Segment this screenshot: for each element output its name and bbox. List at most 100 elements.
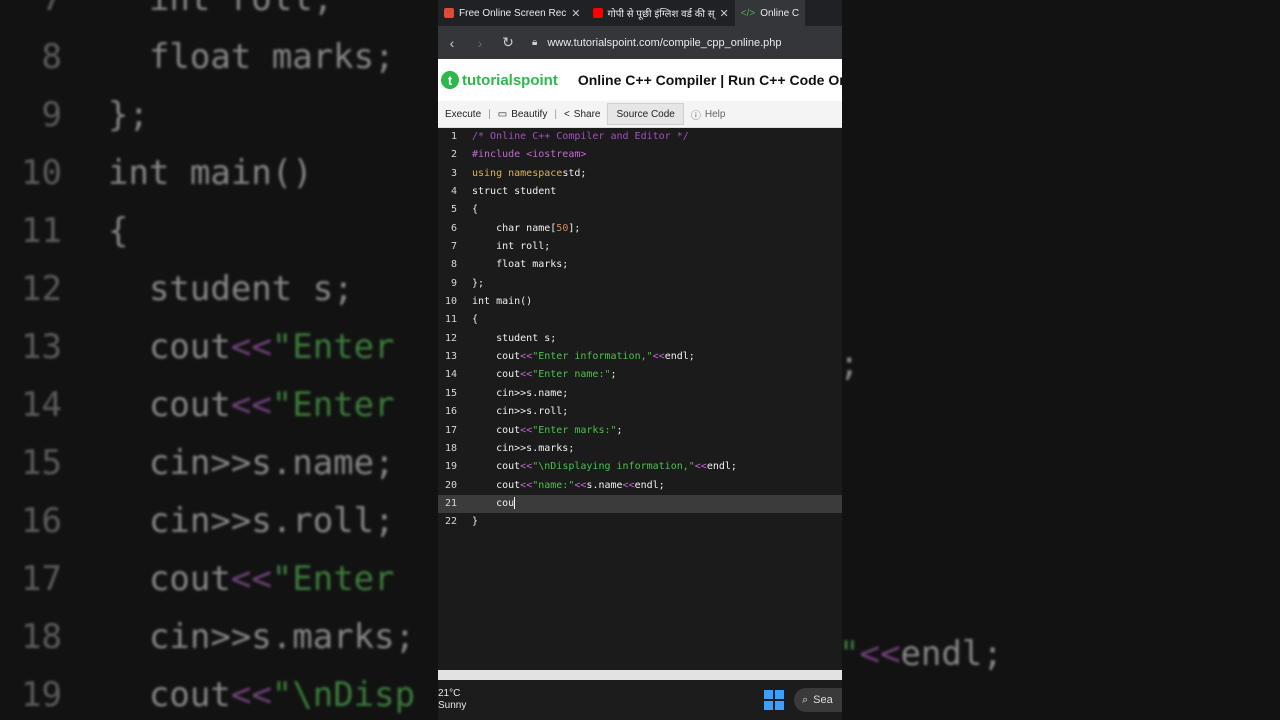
background-code-line: ;	[842, 335, 1003, 393]
code-line[interactable]: 19 cout<<"\nDisplaying information,"<<en…	[438, 458, 842, 476]
horizontal-scrollbar[interactable]	[438, 670, 842, 680]
reload-icon[interactable]: ↻	[494, 34, 522, 51]
close-icon[interactable]: ✕	[720, 7, 729, 20]
help-icon: ⓘ	[690, 110, 701, 122]
text-cursor	[514, 496, 516, 509]
code-line[interactable]: 1 /* Online C++ Compiler and Editor */	[438, 128, 842, 146]
code-text: int roll;	[472, 241, 551, 253]
line-number: 1	[450, 131, 457, 142]
source-code-button[interactable]: Source Code	[607, 103, 684, 125]
code-line[interactable]: 11 {	[438, 311, 842, 329]
code-line[interactable]: 14 cout<<"Enter name:";	[438, 366, 842, 384]
browser-tab-strip: Free Online Screen Rec ✕ गोपी से पूछी इं…	[438, 0, 842, 26]
code-line[interactable]: 2 #include <iostream>	[438, 146, 842, 164]
background-blur-right: ; "<<endl;	[842, 0, 1280, 720]
line-number: 9	[450, 277, 457, 289]
background-code-line: 17 cout<<"Enter	[21, 559, 395, 599]
code-line[interactable]: 5{	[438, 201, 842, 219]
taskbar-search[interactable]: ⌕ Sea	[794, 688, 842, 712]
code-editor[interactable]: 1 /* Online C++ Compiler and Editor */ 2 #i…	[438, 128, 842, 670]
line-number: 15	[444, 387, 457, 399]
address-bar: ‹ › ↻ 🔒︎ www.tutorialspoint.com/compile_…	[438, 26, 842, 59]
code-text: cout<<"name:"<<s.name<<endl;	[472, 479, 665, 491]
close-icon[interactable]: ✕	[571, 7, 580, 20]
tutorialspoint-logo[interactable]: t tutorialspoint	[441, 71, 558, 89]
tab-screen-recorder[interactable]: Free Online Screen Rec ✕	[438, 0, 587, 26]
code-line[interactable]: 8 float marks;	[438, 256, 842, 274]
background-code-line: 8 float marks;	[41, 37, 395, 77]
line-number: 12	[444, 332, 457, 344]
code-line[interactable]: 4 struct student	[438, 183, 842, 201]
background-code-line: "<<endl;	[842, 634, 1003, 674]
line-number: 2	[450, 149, 457, 161]
execute-label: Execute	[445, 108, 482, 120]
code-line[interactable]: 6 char name[50];	[438, 220, 842, 238]
beautify-label: Beautify	[511, 108, 548, 120]
back-icon[interactable]: ‹	[438, 35, 466, 51]
code-line[interactable]: 13 cout<<"Enter information,"<<endl;	[438, 348, 842, 366]
background-code-right: ; "<<endl;	[842, 335, 1003, 683]
share-button[interactable]: < Share	[557, 101, 608, 127]
code-line[interactable]: 3 using namespacestd;	[438, 165, 842, 183]
line-number: 22	[444, 516, 457, 528]
line-number: 21	[444, 497, 457, 509]
background-code-line: 18 cin>>s.marks;	[21, 617, 416, 657]
tab-youtube-video[interactable]: गोपी से पूछी इंग्लिश वर्ड की स् ✕	[587, 0, 735, 26]
code-line[interactable]: 22}	[438, 513, 842, 531]
editor-toolbar: Execute | ▭ Beautify | < Share Source Co…	[438, 101, 842, 128]
tab-online-compiler[interactable]: </> Online C	[734, 0, 806, 26]
code-text: cin>>s.roll;	[472, 406, 569, 418]
line-number: 7	[450, 241, 457, 253]
line-number: 20	[444, 479, 457, 491]
weather-widget[interactable]: 21°C Sunny	[438, 688, 466, 712]
background-code-line: 14 cout<<"Enter	[21, 385, 395, 425]
line-number: 14	[444, 369, 457, 381]
weather-temp: 21°C	[438, 688, 461, 699]
beautify-button[interactable]: ▭ Beautify	[491, 101, 555, 127]
line-number: 16	[444, 406, 457, 418]
code-line[interactable]: 21 cou	[438, 494, 842, 514]
line-number: 11	[444, 314, 457, 326]
recorder-favicon-icon	[444, 8, 454, 18]
background-code-line: 13 cout<<"Enter	[21, 327, 395, 367]
background-code-line: 15 cin>>s.name;	[21, 443, 395, 483]
background-code-line: 19 cout<<"\nDisp	[21, 675, 416, 715]
code-text: student s;	[472, 332, 557, 344]
lock-icon[interactable]: 🔒︎	[532, 37, 537, 48]
help-label: Help	[704, 108, 726, 120]
tab-label: गोपी से पूछी इंग्लिश वर्ड की स्	[607, 9, 715, 20]
code-line[interactable]: 10 int main()	[438, 293, 842, 311]
forward-icon[interactable]: ›	[466, 35, 494, 51]
source-code-label: Source Code	[616, 108, 675, 120]
code-line[interactable]: 15 cin>>s.name;	[438, 385, 842, 403]
code-line[interactable]: 9};	[438, 275, 842, 293]
code-text: cout<<"\nDisplaying information,"<<endl;	[472, 461, 737, 473]
tab-label: Free Online Screen Rec	[459, 7, 567, 19]
code-text: cout<<"Enter name:";	[472, 369, 617, 381]
line-number: 18	[444, 442, 457, 454]
windows-start-icon[interactable]	[764, 690, 784, 710]
line-number: 10	[444, 296, 457, 308]
code-line[interactable]: 20 cout<<"name:"<<s.name<<endl;	[438, 477, 842, 495]
code-text: #include <iostream>	[472, 149, 587, 161]
background-code-line: 16 cin>>s.roll;	[21, 501, 395, 541]
page-title: Online C++ Compiler | Run C++ Code Onlin	[577, 72, 842, 88]
line-number: 3	[450, 167, 457, 179]
code-line[interactable]: 18 cin>>s.marks;	[438, 440, 842, 458]
code-text: cin>>s.name;	[472, 387, 569, 399]
tab-label: Online C	[760, 7, 800, 19]
logo-icon: t	[441, 71, 459, 89]
background-code-line: 10 int main()	[21, 153, 313, 193]
code-line[interactable]: 17 cout<<"Enter marks:";	[438, 422, 842, 440]
code-line[interactable]: 7 int roll;	[438, 238, 842, 256]
logo-text: tutorialspoint	[462, 71, 558, 89]
code-line[interactable]: 16 cin>>s.roll;	[438, 403, 842, 421]
execute-button[interactable]: Execute	[438, 101, 488, 127]
share-icon: <	[563, 108, 570, 120]
code-line[interactable]: 12 student s;	[438, 330, 842, 348]
help-button[interactable]: ⓘ Help	[684, 101, 733, 127]
url-text[interactable]: www.tutorialspoint.com/compile_cpp_onlin…	[547, 37, 781, 49]
code-favicon-icon: </>	[740, 7, 756, 19]
line-number: 17	[444, 424, 457, 436]
weather-condition: Sunny	[438, 700, 467, 711]
